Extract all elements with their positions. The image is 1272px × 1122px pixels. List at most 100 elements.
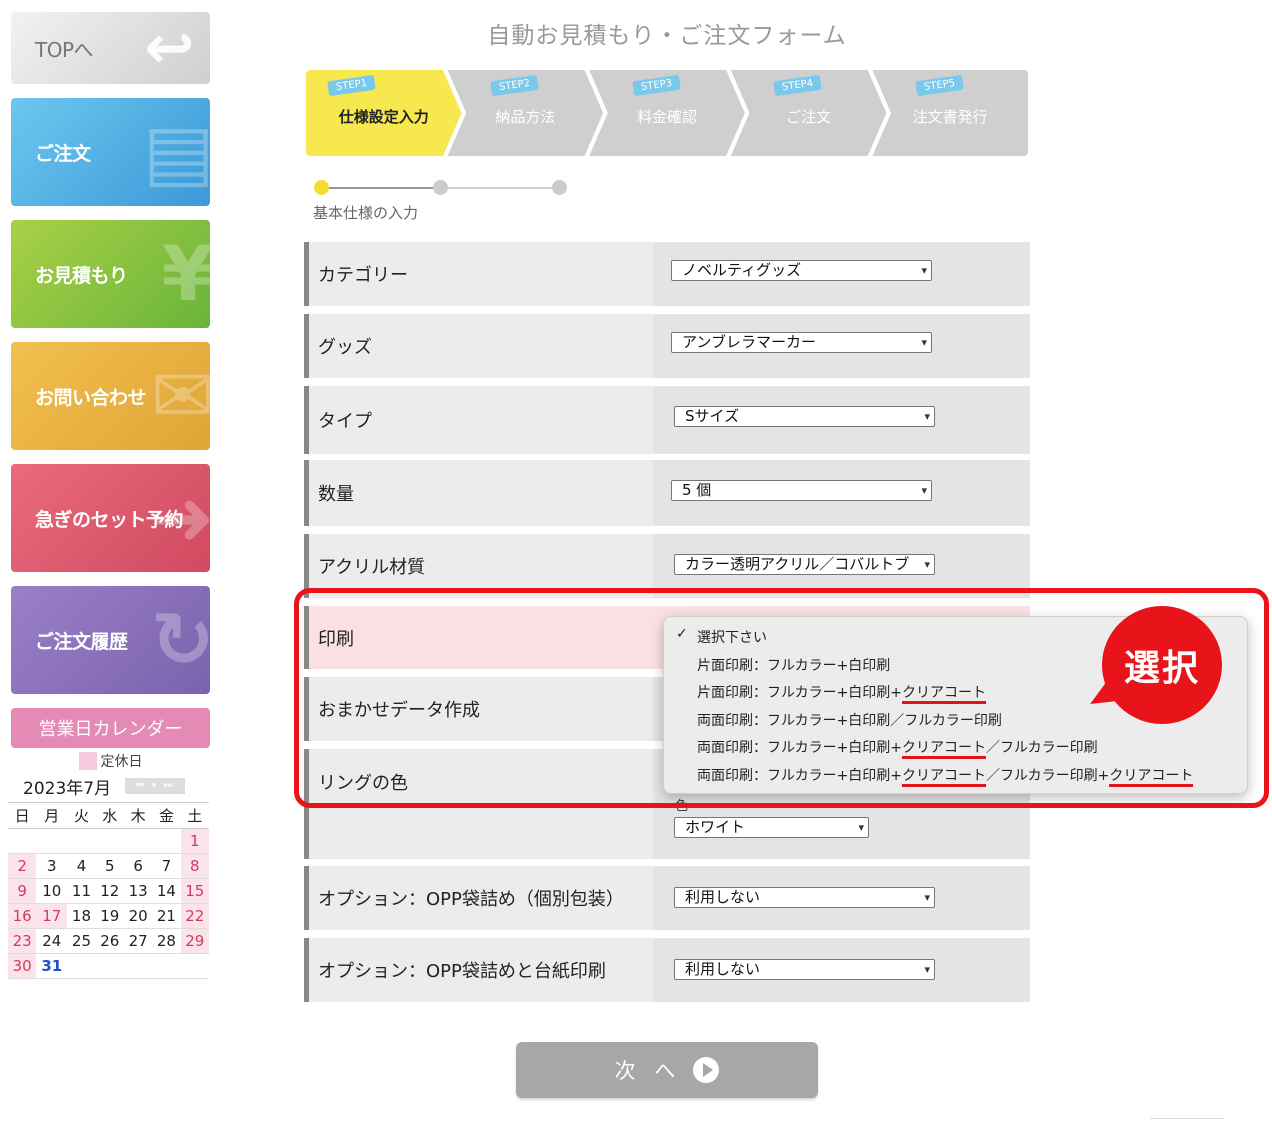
calendar-day: 19 <box>95 903 124 929</box>
calendar-day: 18 <box>67 903 96 929</box>
ring-color-value: ホワイト <box>685 818 746 836</box>
type-select[interactable]: Sサイズ ▾ <box>674 406 935 427</box>
calendar-day: 13 <box>123 878 153 904</box>
quantity-value: 5 個 <box>682 481 712 499</box>
calendar-day: 2 <box>8 853 37 879</box>
row-goods: グッズ アンブレラマーカー ▾ <box>304 314 1030 378</box>
row-category: カテゴリー ノベルティグッズ ▾ <box>304 242 1030 306</box>
progress-dot <box>552 180 567 195</box>
calendar-day: 29 <box>180 928 209 954</box>
top-button-label: TOPへ <box>35 37 94 62</box>
calendar-day: 20 <box>123 903 153 929</box>
step-1: STEP1 仕様設定入力 <box>306 70 462 156</box>
calendar-legend: 定休日 <box>11 748 210 774</box>
calendar-day: 10 <box>36 878 68 904</box>
opp-label: オプション：OPP袋詰め（個別包装） <box>309 866 653 930</box>
calendar-empty-cell <box>67 953 96 979</box>
step-5: STEP5 注文書発行 <box>872 70 1028 156</box>
row-opp-card: オプション：OPP袋詰めと台紙印刷 利用しない ▾ <box>304 938 1030 1002</box>
calendar-day: 31 <box>36 953 68 979</box>
opp-card-select[interactable]: 利用しない ▾ <box>674 959 935 980</box>
chevron-down-icon: ▾ <box>924 963 930 976</box>
calendar-weekday: 月 <box>36 802 68 829</box>
calendar-empty-cell <box>95 953 124 979</box>
ring-color-select[interactable]: ホワイト ▾ <box>674 817 869 838</box>
goods-value: アンブレラマーカー <box>682 333 816 351</box>
calendar-day: 26 <box>95 928 124 954</box>
divider <box>1150 1118 1224 1119</box>
contact-button-label: お問い合わせ <box>35 386 147 409</box>
calendar-empty-cell <box>152 828 181 854</box>
step-3: STEP3 料金確認 <box>589 70 745 156</box>
category-select[interactable]: ノベルティグッズ ▾ <box>671 260 932 281</box>
calendar-weekday: 日 <box>8 802 37 829</box>
return-arrow-icon: ↩ <box>144 13 194 83</box>
step-indicator: STEP1 仕様設定入力 STEP2 納品方法 STEP3 料金確認 STEP4… <box>306 70 1028 156</box>
calendar-table: 日月火水木金土 1 2 3 4 5 6 7 8 9 10 11 12 13 14 15 16 17 18 19 20 2… <box>8 802 209 979</box>
next-button[interactable]: 次 へ <box>516 1042 818 1098</box>
calendar-day: 28 <box>152 928 181 954</box>
step-2-tag: STEP2 <box>490 74 540 97</box>
calendar-month-row: 2023年7月 ⏮ ⏸ ⏭ <box>11 774 210 799</box>
calendar-day: 6 <box>123 853 153 879</box>
order-button-label: ご注文 <box>35 142 91 165</box>
progress-dot <box>433 180 448 195</box>
calendar-day: 12 <box>95 878 124 904</box>
estimate-button[interactable]: お見積もり ¥ <box>11 220 210 328</box>
chevron-down-icon: ▾ <box>924 558 930 571</box>
calendar-weekday: 金 <box>152 802 181 829</box>
calendar-weekday: 火 <box>67 802 96 829</box>
opp-card-value: 利用しない <box>685 960 761 978</box>
goods-select[interactable]: アンブレラマーカー ▾ <box>671 332 932 353</box>
top-button[interactable]: TOPへ ↩ <box>11 12 210 84</box>
calendar-legend-label: 定休日 <box>100 754 143 770</box>
quantity-select[interactable]: 5 個 ▾ <box>671 480 932 501</box>
category-value: ノベルティグッズ <box>682 261 802 279</box>
step-1-label: 仕様設定入力 <box>338 107 429 126</box>
chevron-down-icon: ▾ <box>921 264 927 277</box>
opp-card-label: オプション：OPP袋詰めと台紙印刷 <box>309 938 653 1002</box>
order-history-button[interactable]: ご注文履歴 ↻ <box>11 586 210 694</box>
urgent-reservation-button[interactable]: 急ぎのセット予約 ➜ <box>11 464 210 572</box>
calendar-day: 7 <box>152 853 181 879</box>
calendar-day: 30 <box>8 953 37 979</box>
sidebar: TOPへ ↩ ご注文 ▤ お見積もり ¥ お問い合わせ ✉ 急ぎのセット予約 ➜… <box>8 12 210 979</box>
yen-icon: ¥ <box>161 229 210 318</box>
acrylic-select[interactable]: カラー透明アクリル／コバルトブ ▾ <box>674 554 935 575</box>
row-opp: オプション：OPP袋詰め（個別包装） 利用しない ▾ <box>304 866 1030 930</box>
annotation-callout: 選択 <box>1083 606 1222 724</box>
chevron-down-icon: ▾ <box>858 821 864 834</box>
row-quantity: 数量 5 個 ▾ <box>304 460 1030 526</box>
calendar-empty-cell <box>152 953 181 979</box>
calendar-day: 14 <box>152 878 181 904</box>
progress-label: 基本仕様の入力 <box>313 204 419 222</box>
calendar-day: 16 <box>8 903 37 929</box>
calendar-day: 4 <box>67 853 96 879</box>
order-history-label: ご注文履歴 <box>35 630 128 653</box>
step-4: STEP4 ご注文 <box>730 70 887 156</box>
step-3-label: 料金確認 <box>636 107 697 126</box>
calendar-nav-buttons[interactable]: ⏮ ⏸ ⏭ <box>125 778 186 794</box>
chevron-down-icon: ▾ <box>921 484 927 497</box>
chevron-down-icon: ▾ <box>924 410 930 423</box>
opp-select[interactable]: 利用しない ▾ <box>674 887 935 908</box>
calendar-day: 3 <box>36 853 68 879</box>
step-5-tag: STEP5 <box>915 74 964 97</box>
order-button[interactable]: ご注文 ▤ <box>11 98 210 206</box>
calendar-day: 11 <box>67 878 96 904</box>
history-icon: ↻ <box>150 595 210 684</box>
contact-button[interactable]: お問い合わせ ✉ <box>11 342 210 450</box>
estimate-button-label: お見積もり <box>35 264 128 287</box>
document-icon: ▤ <box>142 107 210 196</box>
calendar-day: 23 <box>8 928 37 954</box>
acrylic-value: カラー透明アクリル／コバルトブ <box>685 555 910 573</box>
progress-dot-current <box>314 180 329 195</box>
holiday-swatch <box>78 752 97 770</box>
sub-progress <box>314 180 574 196</box>
step-2-label: 納品方法 <box>495 107 556 126</box>
chevron-down-icon: ▾ <box>924 891 930 904</box>
row-type: タイプ Sサイズ ▾ <box>304 386 1030 454</box>
calendar-day: 27 <box>123 928 153 954</box>
calendar-day: 9 <box>8 878 37 904</box>
calendar-empty-cell <box>36 828 68 854</box>
